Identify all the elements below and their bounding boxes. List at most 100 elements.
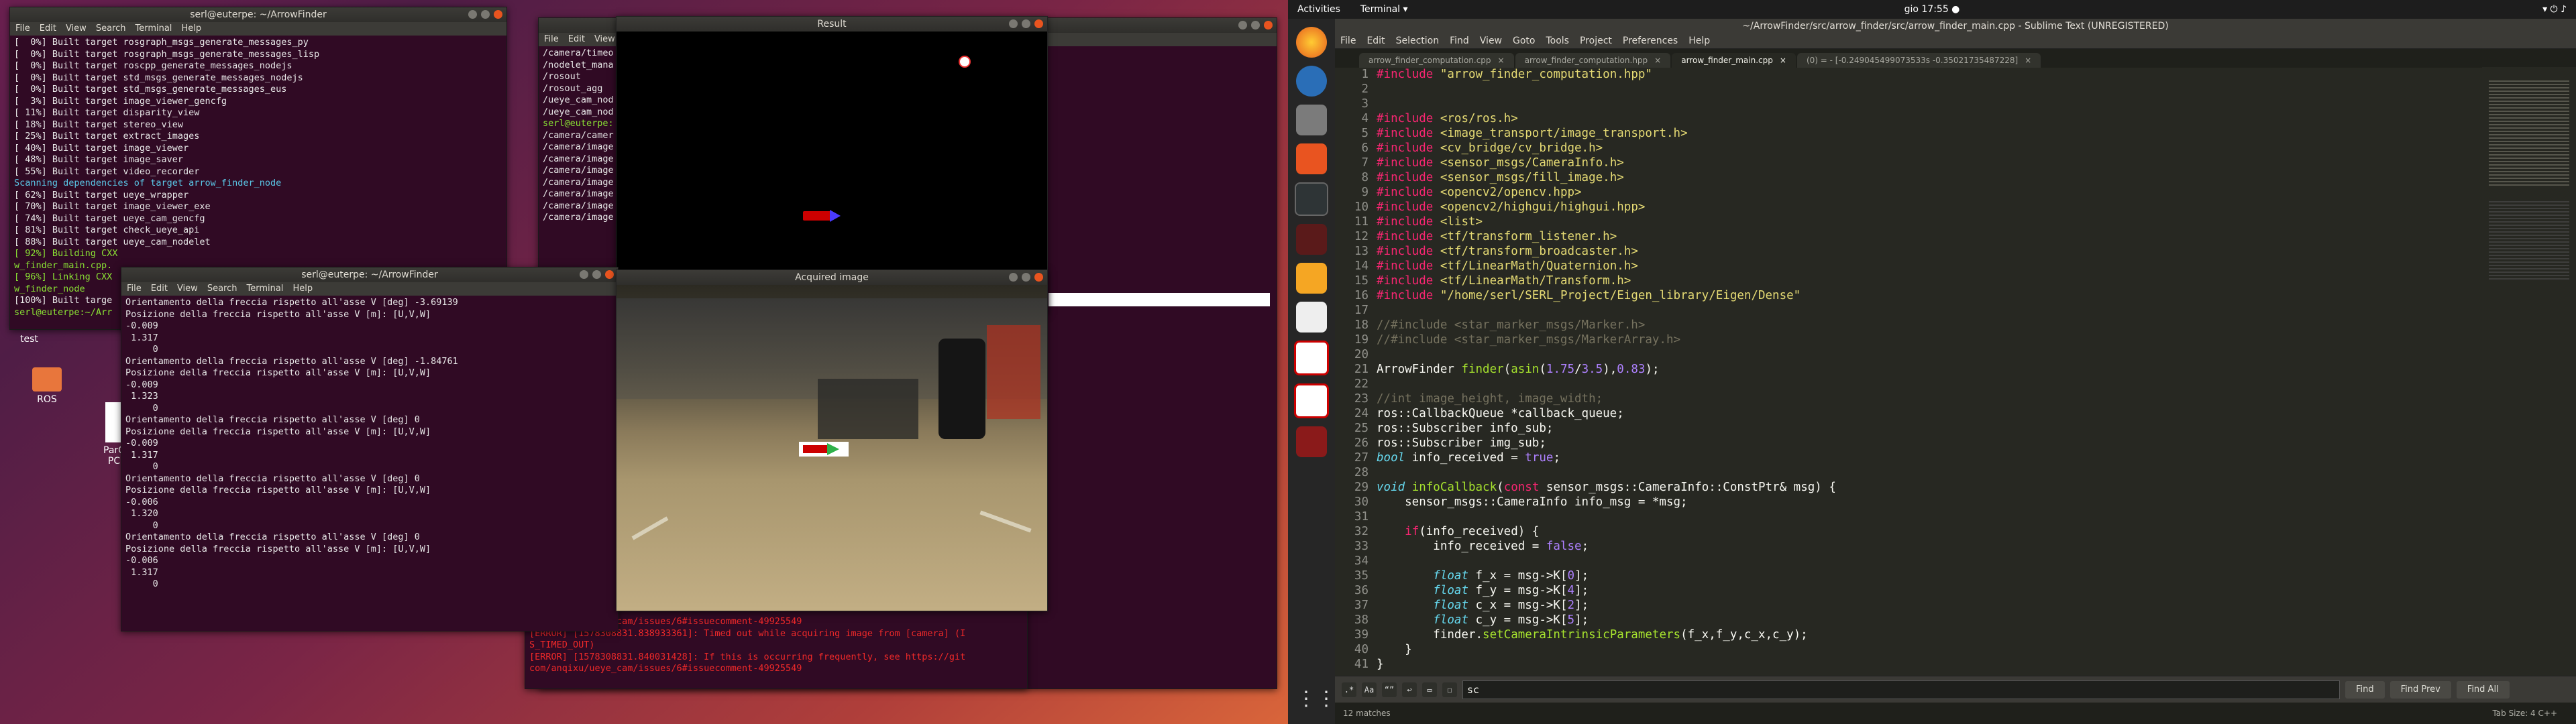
firefox-icon[interactable] bbox=[1296, 27, 1327, 58]
regex-option-icon[interactable]: .* bbox=[1342, 682, 1356, 697]
terminal-line: Orientamento della freccia rispetto all'… bbox=[125, 414, 420, 425]
clock[interactable]: gio 17:55 ● bbox=[1288, 4, 2576, 15]
terminal-line: [ 88%] Built target ueye_cam_nodelet bbox=[14, 236, 211, 247]
dock: ⋮⋮ bbox=[1288, 19, 1336, 724]
menu-item-terminal[interactable]: Terminal bbox=[246, 282, 283, 296]
software-icon[interactable] bbox=[1296, 143, 1327, 174]
menu-item-file[interactable]: File bbox=[1340, 34, 1356, 48]
minimap[interactable] bbox=[2482, 67, 2576, 676]
files-icon[interactable] bbox=[1296, 105, 1327, 135]
case-option-icon[interactable]: Aa bbox=[1362, 682, 1377, 697]
editor-tab[interactable]: arrow_finder_computation.hpp × bbox=[1515, 53, 1671, 68]
terminal-line: Posizione della freccia rispetto all'ass… bbox=[125, 308, 431, 320]
arrow-terminal-menubar: File Edit View Search Terminal Help bbox=[121, 282, 618, 296]
menu-item-edit[interactable]: Edit bbox=[151, 282, 168, 296]
menu-item-edit[interactable]: Edit bbox=[40, 22, 56, 36]
close-tab-icon[interactable]: × bbox=[1498, 53, 1505, 68]
acquired-titlebar[interactable]: Acquired image bbox=[616, 270, 1047, 285]
menu-item-edit[interactable]: Edit bbox=[568, 33, 585, 46]
editor-tab[interactable]: (0) = - [-0.249045499073533s -0.35021735… bbox=[1796, 53, 2041, 68]
app-icon-2[interactable] bbox=[1296, 426, 1327, 457]
menu-item-file[interactable]: File bbox=[15, 22, 30, 36]
minimize-icon[interactable] bbox=[468, 10, 477, 19]
terminal-line: Orientamento della freccia rispetto all'… bbox=[125, 297, 458, 308]
menu-item-view[interactable]: View bbox=[177, 282, 198, 296]
menu-item-view[interactable]: View bbox=[594, 33, 615, 46]
menu-item-help[interactable]: Help bbox=[1688, 34, 1710, 48]
desktop-item-test[interactable]: test bbox=[20, 334, 38, 345]
status-right[interactable]: Tab Size: 4 C++ bbox=[2492, 709, 2557, 718]
close-tab-icon[interactable]: × bbox=[1780, 53, 1786, 68]
editor-tab[interactable]: arrow_finder_main.cpp × bbox=[1672, 53, 1796, 68]
thunderbird-icon[interactable] bbox=[1296, 66, 1327, 97]
terminal-line: Orientamento della freccia rispetto all'… bbox=[125, 532, 420, 542]
arrow-terminal-titlebar[interactable]: serl@euterpe: ~/ArrowFinder bbox=[121, 267, 618, 282]
minimize-icon[interactable] bbox=[1009, 19, 1018, 28]
maximize-icon[interactable] bbox=[1022, 273, 1030, 282]
close-icon[interactable] bbox=[1034, 273, 1043, 282]
code-lines[interactable]: #include "arrow_finder_computation.hpp" … bbox=[1377, 67, 1836, 672]
minimize-icon[interactable] bbox=[1009, 273, 1018, 282]
app-icon[interactable] bbox=[1296, 224, 1327, 255]
terminal-line: [ 92%] Building CXX bbox=[14, 248, 118, 259]
build-terminal-titlebar[interactable]: serl@euterpe: ~/ArrowFinder bbox=[10, 7, 506, 22]
terminal-line: 1.317 bbox=[125, 566, 158, 578]
find-all-button[interactable]: Find All bbox=[2456, 681, 2510, 699]
find-input[interactable]: sc bbox=[1462, 680, 2340, 699]
pdf-icon[interactable] bbox=[1294, 341, 1329, 375]
text-editor-icon[interactable] bbox=[1296, 302, 1327, 333]
menu-item-project[interactable]: Project bbox=[1580, 34, 1612, 48]
close-icon[interactable] bbox=[605, 270, 614, 279]
menu-item-view[interactable]: View bbox=[66, 22, 87, 36]
system-tray-icon[interactable]: ▾ ⏻ ♪ bbox=[2542, 4, 2567, 15]
editor-tab[interactable]: arrow_finder_computation.cpp × bbox=[1359, 53, 1514, 68]
terminal-line: [ 0%] Built target rosgraph_msgs_generat… bbox=[14, 37, 309, 48]
menu-item-help[interactable]: Help bbox=[292, 282, 313, 296]
menu-item-edit[interactable]: Edit bbox=[1366, 34, 1385, 48]
wrap-option-icon[interactable]: ↩ bbox=[1402, 682, 1417, 697]
terminal-icon[interactable] bbox=[1295, 182, 1328, 216]
minimize-icon[interactable] bbox=[580, 270, 588, 279]
find-bar: .* Aa “” ↩ ▭ ☐ sc Find Find Prev Find Al… bbox=[1335, 676, 2576, 703]
maximize-icon[interactable] bbox=[1251, 21, 1260, 29]
word-option-icon[interactable]: “” bbox=[1382, 682, 1397, 697]
menu-item-search[interactable]: Search bbox=[96, 22, 126, 36]
close-tab-icon[interactable]: × bbox=[2025, 53, 2031, 68]
highlight-option-icon[interactable]: ☐ bbox=[1442, 682, 1457, 697]
maximize-icon[interactable] bbox=[1022, 19, 1030, 28]
close-icon[interactable] bbox=[1034, 19, 1043, 28]
menu-item-selection[interactable]: Selection bbox=[1396, 34, 1440, 48]
arrow-terminal-window[interactable]: serl@euterpe: ~/ArrowFinder File Edit View… bbox=[121, 267, 619, 631]
left-desktop: test ROS ParC PC serl@euterpe: ~/ArrowFi… bbox=[0, 0, 1288, 724]
menu-item-find[interactable]: Find bbox=[1450, 34, 1469, 48]
menu-item-preferences[interactable]: Preferences bbox=[1623, 34, 1678, 48]
desktop-folder-ros[interactable]: ROS bbox=[27, 367, 67, 405]
menu-item-file[interactable]: File bbox=[544, 33, 559, 46]
selection-option-icon[interactable]: ▭ bbox=[1422, 682, 1437, 697]
maximize-icon[interactable] bbox=[481, 10, 490, 19]
window-title: serl@euterpe: ~/ArrowFinder bbox=[190, 9, 327, 20]
sublime-window[interactable]: ~/ArrowFinder/src/arrow_finder/src/arrow… bbox=[1335, 19, 2576, 724]
sublime-icon[interactable] bbox=[1296, 263, 1327, 294]
find-prev-button[interactable]: Find Prev bbox=[2390, 681, 2451, 699]
result-titlebar[interactable]: Result bbox=[616, 17, 1047, 32]
find-button[interactable]: Find bbox=[2345, 681, 2385, 699]
sublime-tabbar: arrow_finder_computation.cpp × arrow_finde… bbox=[1335, 49, 2576, 68]
menu-item-tools[interactable]: Tools bbox=[1546, 34, 1569, 48]
acquired-image-window[interactable]: Acquired image bbox=[616, 269, 1048, 611]
close-icon[interactable] bbox=[494, 10, 502, 19]
menu-item-search[interactable]: Search bbox=[207, 282, 237, 296]
menu-item-help[interactable]: Help bbox=[181, 22, 201, 36]
ros-label: ROS bbox=[37, 394, 57, 405]
menu-item-view[interactable]: View bbox=[1480, 34, 1502, 48]
maximize-icon[interactable] bbox=[592, 270, 601, 279]
minimize-icon[interactable] bbox=[1238, 21, 1247, 29]
menu-item-goto[interactable]: Goto bbox=[1513, 34, 1535, 48]
close-icon[interactable] bbox=[1264, 21, 1273, 29]
menu-item-terminal[interactable]: Terminal bbox=[135, 22, 172, 36]
show-apps-icon[interactable]: ⋮⋮ bbox=[1296, 684, 1336, 715]
code-editor[interactable]: 1 2 3 4 5 6 7 8 9 10 11 12 13 14 15 16 17 18 19 20 21 22 23 24 2… bbox=[1335, 67, 2475, 676]
menu-item-file[interactable]: File bbox=[127, 282, 142, 296]
close-tab-icon[interactable]: × bbox=[1654, 53, 1661, 68]
pdf-icon-2[interactable] bbox=[1294, 383, 1329, 418]
